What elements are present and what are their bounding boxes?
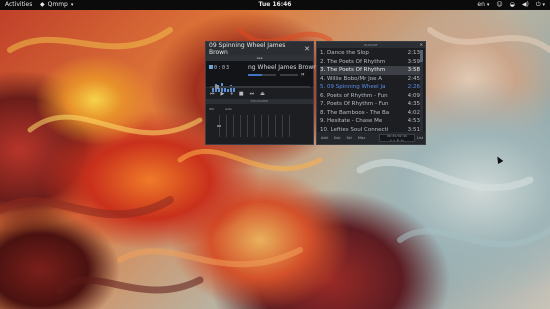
- playlist-footer-button[interactable]: Sel: [346, 136, 351, 140]
- playlist-titlebar[interactable]: PLAYLIST ✕: [317, 42, 425, 48]
- playlist-list: 1. Dance the Slop 2:13 2. The Poets Of Rhy…: [320, 49, 420, 134]
- equalizer-header: EQUALIZER: [206, 99, 313, 104]
- playlist-row-title: 5. 09 Spinning Wheel Ja: [320, 84, 386, 90]
- play-icon[interactable]: ▶: [221, 91, 225, 97]
- eq-pl-toggle-icon[interactable]: ▮▮: [301, 72, 304, 76]
- elapsed-time: 0:03: [214, 65, 231, 71]
- playlist-row-title: 6. Poets of Rhythm - Fun: [320, 92, 388, 99]
- playlist-row-duration: 4:09: [407, 92, 420, 99]
- mini-controls[interactable]: ◂ ▸ ▪ ▸▸: [380, 138, 414, 143]
- eq-on-button[interactable]: ON: [209, 107, 214, 111]
- player-window-title: 09 Spinning Wheel James Brown: [209, 41, 286, 56]
- pause-icon[interactable]: ⏸: [230, 91, 233, 97]
- seek-knob[interactable]: [215, 85, 219, 89]
- close-icon[interactable]: ✕: [420, 42, 423, 48]
- scrollbar-thumb[interactable]: [420, 50, 423, 62]
- wifi-icon[interactable]: ◒: [510, 0, 515, 10]
- equalizer-panel: ON Auto: [209, 106, 311, 142]
- player-display: 0:03 ng Wheel James Brown ▮▮: [206, 61, 317, 92]
- eq-preamp-knob[interactable]: [217, 125, 221, 127]
- desktop-wallpaper: 09 Spinning Wheel James Brown ✕ ▪▪▪ 0:03…: [0, 10, 550, 309]
- eject-icon[interactable]: ⏏: [260, 91, 265, 97]
- keyboard-layout-indicator[interactable]: en ▾: [477, 0, 489, 10]
- playlist-scrollbar[interactable]: [420, 50, 423, 132]
- previous-icon[interactable]: ⏮: [210, 91, 215, 97]
- qmmp-player-window[interactable]: 09 Spinning Wheel James Brown ✕ ▪▪▪ 0:03…: [205, 41, 317, 145]
- volume-slider[interactable]: [248, 74, 262, 76]
- playlist-row-title: 7. Poets Of Rhythm - Fun: [320, 101, 389, 107]
- stop-icon[interactable]: ■: [239, 91, 244, 97]
- playlist-row[interactable]: 6. Poets of Rhythm - Fun 4:09: [320, 92, 420, 101]
- playlist-row-title: 4. Willie Bobo/Mr Joe A: [320, 75, 383, 82]
- power-icon[interactable]: ⏻ ▾: [536, 0, 545, 10]
- close-icon[interactable]: ✕: [304, 45, 310, 53]
- eq-band-sliders[interactable]: [219, 115, 290, 137]
- playlist-row-duration: 2:26: [407, 84, 420, 90]
- qmmp-playlist-window[interactable]: PLAYLIST ✕ 1. Dance the Slop 2:13 2. The P…: [316, 41, 426, 145]
- playlist-row[interactable]: 8. The Bamboos - The Ba 4:02: [320, 109, 420, 118]
- seek-bar[interactable]: [210, 85, 310, 89]
- playlist-footer: Add Sub Sel Misc 00:03/02:26 ◂ ▸ ▪ ▸▸ List: [317, 132, 425, 144]
- track-title-marquee: ng Wheel James Brown: [248, 64, 318, 71]
- playlist-footer-button[interactable]: Misc: [358, 136, 366, 140]
- accessibility-icon[interactable]: ☺: [496, 0, 502, 10]
- transport-controls: ⏮ ▶ ⏸ ■ ⏭ ⏏: [210, 91, 265, 97]
- next-icon[interactable]: ⏭: [250, 91, 255, 97]
- playlist-row-duration: 3:59: [407, 58, 420, 65]
- playlist-row[interactable]: 2. The Poets Of Rhythm 3:59: [320, 58, 420, 67]
- playlist-row[interactable]: 3. The Poets Of Rhythm 3:58: [320, 66, 420, 75]
- playlist-row-duration: 4:53: [407, 118, 420, 124]
- player-titlebar[interactable]: 09 Spinning Wheel James Brown ✕: [206, 41, 313, 56]
- playlist-row-duration: 2:13: [407, 50, 420, 56]
- gnome-top-bar: Activities ◆ Qmmp ▾ Tue 16:46 en ▾ ☺ ◒ ◀…: [0, 0, 550, 10]
- playlist-row[interactable]: 7. Poets Of Rhythm - Fun 4:35: [320, 100, 420, 109]
- play-status-icon: [209, 65, 213, 69]
- playlist-list-button[interactable]: List: [417, 136, 423, 140]
- playlist-row-title: 8. The Bamboos - The Ba: [320, 109, 390, 116]
- volume-icon[interactable]: ◀): [522, 0, 529, 10]
- balance-slider[interactable]: [280, 74, 298, 76]
- playlist-row-duration: 4:02: [407, 109, 420, 116]
- playlist-row-title: 2. The Poets Of Rhythm: [320, 58, 386, 65]
- playlist-footer-button[interactable]: Sub: [334, 136, 341, 140]
- playlist-row-duration: 3:58: [407, 67, 420, 73]
- playlist-mini-display: 00:03/02:26 ◂ ▸ ▪ ▸▸: [379, 134, 415, 142]
- playlist-row-title: 9. Hesitate - Chase Me: [320, 118, 383, 124]
- playlist-header: PLAYLIST: [364, 43, 378, 47]
- eq-auto-button[interactable]: Auto: [225, 107, 232, 111]
- spectrum-visualizer: [212, 73, 242, 92]
- system-tray: en ▾ ☺ ◒ ◀) ⏻ ▾: [477, 0, 545, 10]
- playlist-footer-button[interactable]: Add: [321, 136, 328, 140]
- playlist-row[interactable]: 9. Hesitate - Chase Me 4:53: [320, 117, 420, 126]
- playlist-row[interactable]: 1. Dance the Slop 2:13: [320, 49, 420, 58]
- playlist-row-duration: 4:35: [407, 101, 420, 107]
- playlist-row[interactable]: 4. Willie Bobo/Mr Joe A 2:45: [320, 75, 420, 84]
- playlist-row-title: 3. The Poets Of Rhythm: [320, 67, 386, 73]
- playlist-row-title: 1. Dance the Slop: [320, 50, 369, 56]
- clock[interactable]: Tue 16:46: [0, 0, 550, 10]
- playlist-row-duration: 2:45: [407, 75, 420, 82]
- playlist-row[interactable]: 5. 09 Spinning Wheel Ja 2:26: [320, 83, 420, 92]
